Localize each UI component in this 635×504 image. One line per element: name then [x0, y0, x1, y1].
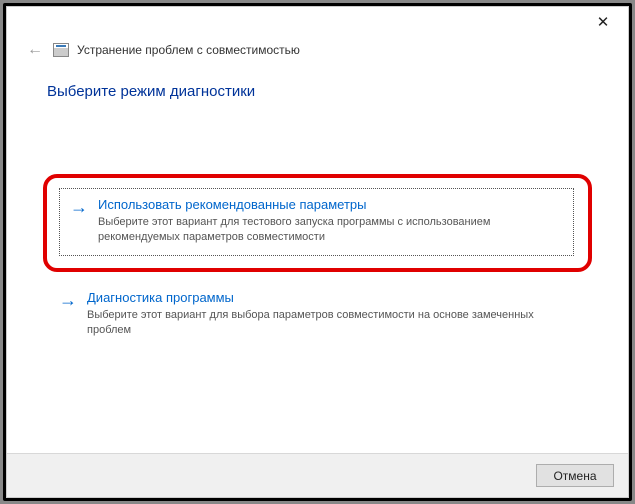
arrow-right-icon: →	[59, 290, 77, 338]
option-text: Использовать рекомендованные параметры В…	[98, 197, 561, 245]
cancel-button[interactable]: Отмена	[536, 464, 614, 487]
close-button[interactable]: ✕	[586, 9, 620, 35]
troubleshooter-app-icon	[53, 43, 69, 57]
content-area: Выберите режим диагностики → Использоват…	[7, 69, 628, 359]
back-arrow-icon[interactable]: ←	[25, 41, 45, 59]
header-row: ← Устранение проблем с совместимостью	[7, 37, 628, 69]
cancel-button-label: Отмена	[553, 469, 596, 483]
window-title: Устранение проблем с совместимостью	[77, 43, 300, 57]
close-icon: ✕	[597, 13, 610, 31]
option-title: Диагностика программы	[87, 290, 574, 305]
option-description: Выберите этот вариант для тестового запу…	[98, 215, 561, 245]
option-recommended-settings[interactable]: → Использовать рекомендованные параметры…	[43, 174, 592, 272]
troubleshooter-window: ✕ ← Устранение проблем с совместимостью …	[6, 6, 629, 498]
arrow-right-icon: →	[70, 197, 88, 245]
titlebar: ✕	[7, 7, 628, 37]
option-title: Использовать рекомендованные параметры	[98, 197, 561, 212]
option-troubleshoot-program[interactable]: → Диагностика программы Выберите этот ва…	[47, 280, 588, 350]
option-text: Диагностика программы Выберите этот вари…	[87, 290, 574, 338]
option-description: Выберите этот вариант для выбора парамет…	[87, 308, 574, 338]
footer: Отмена	[7, 453, 628, 497]
options-list: → Использовать рекомендованные параметры…	[47, 178, 588, 349]
page-heading: Выберите режим диагностики	[47, 83, 588, 100]
